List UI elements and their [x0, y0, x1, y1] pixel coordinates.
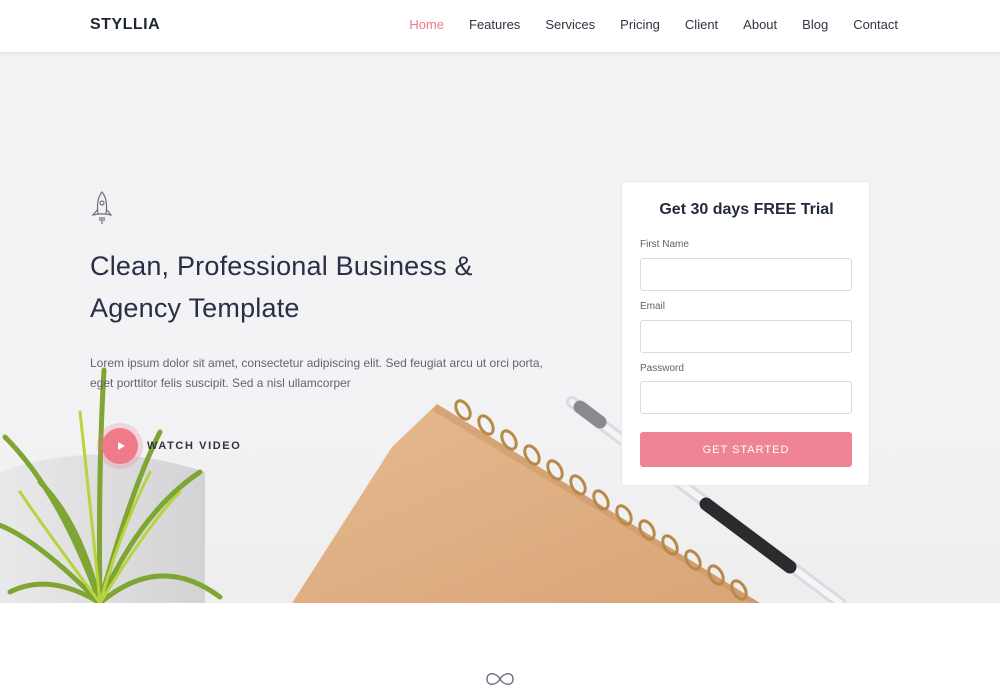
infinity-icon [486, 673, 514, 685]
watch-video-label[interactable]: WATCH VIDEO [147, 440, 241, 452]
password-label: Password [640, 363, 684, 374]
nav-item-services[interactable]: Services [545, 17, 595, 32]
watch-video-button[interactable]: WATCH VIDEO [102, 428, 241, 464]
email-field[interactable] [640, 320, 852, 353]
brand-logo[interactable]: STYLLIA [90, 16, 160, 34]
first-name-label: First Name [640, 239, 689, 250]
hero-section: Clean, Professional Business & Agency Te… [0, 52, 1000, 603]
hero-title-line-1: Clean, Professional Business & [90, 251, 473, 281]
nav-item-home[interactable]: Home [409, 17, 444, 32]
nav-item-pricing[interactable]: Pricing [620, 17, 660, 32]
plant-illustration [0, 367, 223, 603]
first-name-field[interactable] [640, 258, 852, 291]
hero-title: Clean, Professional Business & Agency Te… [90, 245, 550, 329]
nav-item-features[interactable]: Features [469, 17, 520, 32]
navbar: STYLLIA Home Features Services Pricing C… [0, 0, 1000, 52]
rocket-icon [91, 191, 113, 224]
hero-description-line-2: eget porttitor felis suscipit. Sed a nis… [90, 376, 351, 390]
nav-menu: Home Features Services Pricing Client Ab… [384, 17, 898, 32]
hero-description-line-1: Lorem ipsum dolor sit amet, consectetur … [90, 356, 543, 370]
nav-item-blog[interactable]: Blog [802, 17, 828, 32]
hero-title-line-2: Agency Template [90, 293, 300, 323]
trial-signup-form: Get 30 days FREE Trial First Name Email … [621, 181, 870, 486]
play-icon[interactable] [102, 428, 138, 464]
nav-item-about[interactable]: About [743, 17, 777, 32]
form-title: Get 30 days FREE Trial [659, 201, 834, 218]
nav-item-client[interactable]: Client [685, 17, 718, 32]
password-field[interactable] [640, 381, 852, 414]
email-label: Email [640, 301, 666, 312]
nav-item-contact[interactable]: Contact [853, 17, 898, 32]
get-started-button[interactable]: GET STARTED [640, 432, 852, 467]
hero-description: Lorem ipsum dolor sit amet, consectetur … [90, 353, 560, 393]
